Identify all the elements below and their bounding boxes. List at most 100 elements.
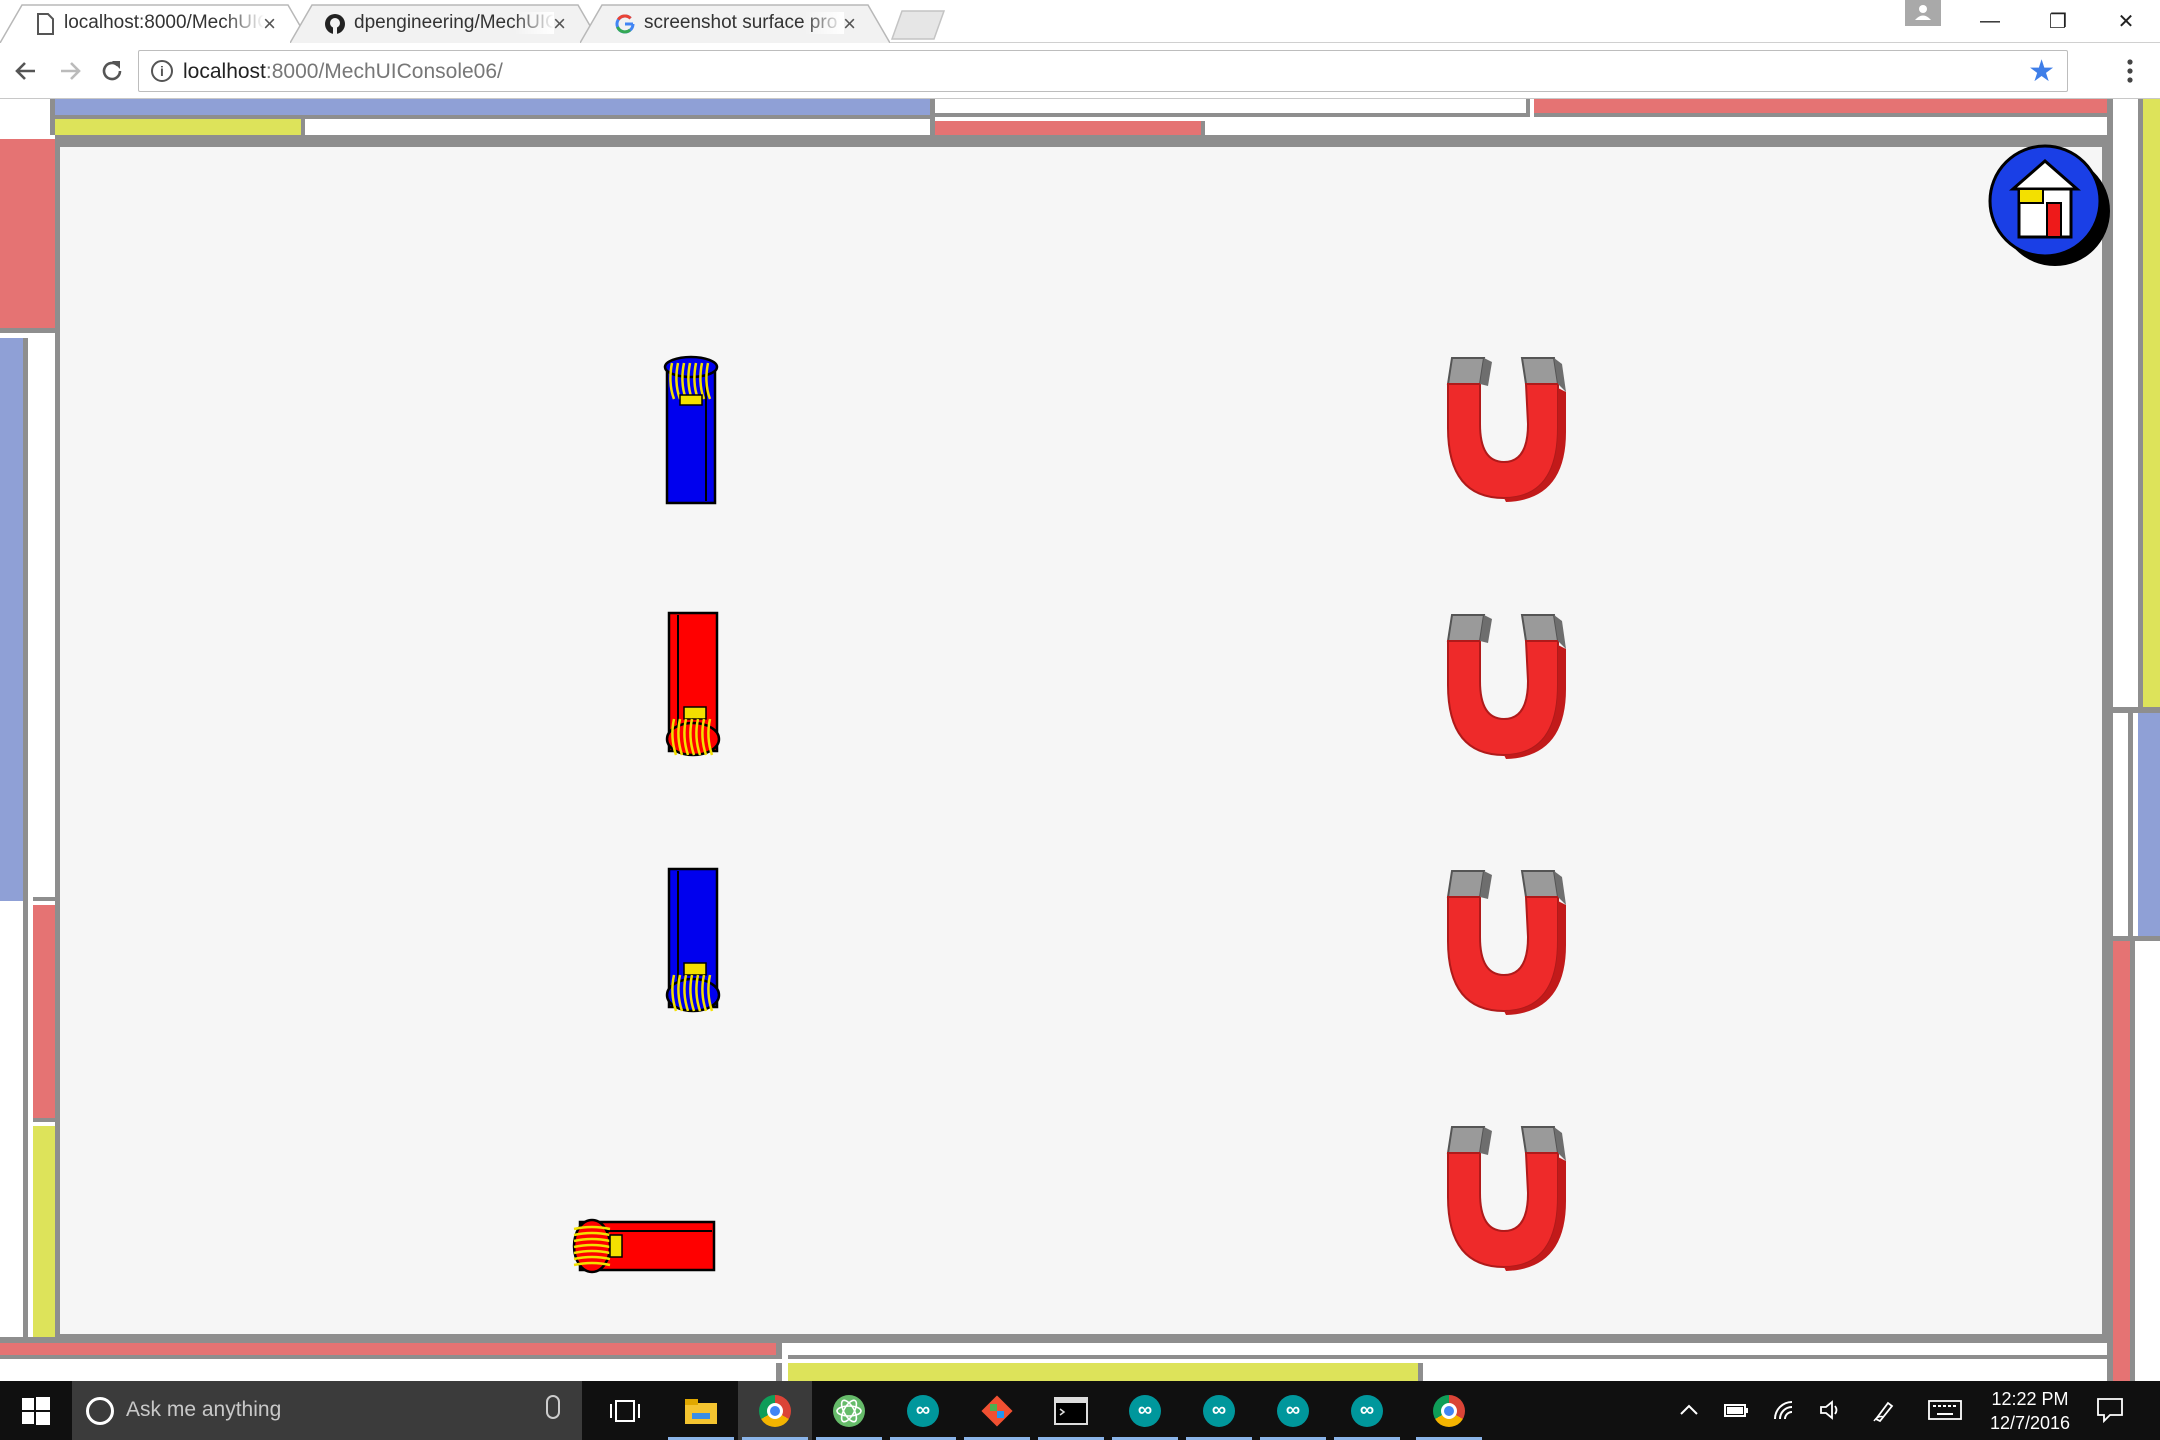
github-icon <box>325 14 345 34</box>
page-viewport <box>0 99 2160 1381</box>
pen-icon[interactable] <box>1872 1399 1898 1423</box>
frame-block <box>2113 713 2133 936</box>
wifi-icon[interactable] <box>1772 1399 1798 1421</box>
horseshoe-magnet-icon[interactable] <box>1432 1123 1578 1273</box>
frame-block-red <box>0 1343 782 1359</box>
reload-button[interactable] <box>94 53 130 89</box>
keyboard-icon[interactable] <box>1928 1400 1962 1420</box>
url-host: localhost <box>183 60 266 83</box>
clock-time: 12:22 PM <box>1991 1389 2069 1409</box>
horseshoe-magnet-icon[interactable] <box>1432 867 1578 1017</box>
frame-block <box>935 99 1530 117</box>
close-tab-icon[interactable]: × <box>263 11 276 37</box>
close-tab-icon[interactable]: × <box>553 11 566 37</box>
close-tab-icon[interactable]: × <box>843 11 856 37</box>
taskbar-app-arduino[interactable]: ∞ <box>1330 1381 1404 1440</box>
frame-block <box>2113 99 2138 707</box>
frame-block-red <box>0 139 55 333</box>
file-explorer-icon <box>685 1398 717 1424</box>
frame-block-yellow <box>788 1363 1423 1381</box>
google-icon <box>615 14 635 34</box>
page-icon <box>37 13 54 35</box>
frame-block <box>0 99 55 135</box>
profile-button[interactable] <box>1905 0 1941 26</box>
frame-block <box>0 1363 782 1381</box>
taskbar-app-file-explorer[interactable] <box>664 1381 738 1440</box>
tab-title: localhost:8000/MechUIConsole06/ <box>64 12 264 34</box>
git-icon <box>981 1394 1013 1427</box>
microphone-icon[interactable] <box>546 1395 560 1419</box>
arduino-icon: ∞ <box>907 1394 939 1427</box>
menu-icon[interactable] <box>2124 57 2136 85</box>
arduino-icon: ∞ <box>1351 1394 1383 1427</box>
tab-active[interactable]: localhost:8000/MechUIConsole06/ × <box>0 4 310 43</box>
action-center-icon[interactable] <box>2096 1397 2124 1423</box>
search-placeholder: Ask me anything <box>126 1398 282 1421</box>
tab-google[interactable]: screenshot surface pro 3 × <box>580 4 890 43</box>
frame-block <box>2140 941 2160 1381</box>
system-clock[interactable]: 12:22 PM 12/7/2016 <box>1980 1387 2080 1435</box>
coil-icon[interactable] <box>662 355 724 505</box>
reload-icon <box>102 61 122 81</box>
frame-block-red <box>1534 99 2107 117</box>
volume-icon[interactable] <box>1818 1399 1844 1421</box>
url-text: localhost:8000/MechUIConsole06/ <box>183 60 503 84</box>
back-button[interactable] <box>8 53 44 89</box>
frame-block-yellow <box>2143 99 2160 707</box>
horseshoe-magnet-icon[interactable] <box>1432 354 1578 504</box>
coil-icon[interactable] <box>570 1215 718 1277</box>
coil-icon[interactable] <box>662 867 724 1017</box>
coil-icon[interactable] <box>662 611 724 761</box>
site-info-icon[interactable]: i <box>151 60 173 82</box>
windows-logo-icon <box>22 1396 50 1425</box>
address-bar[interactable]: i localhost:8000/MechUIConsole06/ ★ <box>138 50 2068 92</box>
chevron-up-icon[interactable] <box>1678 1399 1700 1421</box>
task-view-button[interactable] <box>588 1381 662 1440</box>
arduino-icon: ∞ <box>1277 1394 1309 1427</box>
user-icon <box>1915 5 1931 20</box>
tab-github[interactable]: dpengineering/MechUIConsole × <box>290 4 600 43</box>
bookmark-star-icon[interactable]: ★ <box>2028 54 2055 89</box>
tab-strip: localhost:8000/MechUIConsole06/ × dpengi… <box>0 0 2160 43</box>
window-controls: — ❐ ✕ <box>1956 0 2160 43</box>
taskbar-app-arduino[interactable]: ∞ <box>1256 1381 1330 1440</box>
taskbar-app-chrome[interactable] <box>738 1381 812 1440</box>
browser-toolbar: i localhost:8000/MechUIConsole06/ ★ <box>0 43 2160 99</box>
taskbar-app-atom[interactable] <box>812 1381 886 1440</box>
frame-block <box>33 338 55 901</box>
battery-icon[interactable] <box>1722 1399 1750 1421</box>
frame-block-yellow <box>33 1126 55 1337</box>
home-icon[interactable] <box>1985 141 2115 271</box>
taskbar-app-terminal[interactable] <box>1034 1381 1108 1440</box>
chrome-icon <box>759 1394 791 1427</box>
windows-taskbar: Ask me anything ∞ ∞ ∞ ∞ ∞ 12:22 PM 12/7/… <box>0 1381 2160 1440</box>
frame-block <box>1428 1363 2107 1381</box>
atom-icon <box>833 1394 865 1427</box>
close-window-button[interactable]: ✕ <box>2092 0 2160 43</box>
frame-block <box>0 901 28 1337</box>
taskbar-app-git[interactable] <box>960 1381 1034 1440</box>
terminal-icon <box>1054 1396 1088 1425</box>
cortana-search-box[interactable]: Ask me anything <box>72 1381 582 1440</box>
forward-arrow-icon <box>61 62 81 80</box>
cortana-icon <box>86 1397 114 1425</box>
start-button[interactable] <box>0 1381 72 1440</box>
restore-button[interactable]: ❐ <box>2024 0 2092 43</box>
arduino-icon: ∞ <box>1129 1394 1161 1427</box>
frame-divider <box>55 135 2107 142</box>
forward-button[interactable] <box>52 53 88 89</box>
horseshoe-magnet-icon[interactable] <box>1432 611 1578 761</box>
taskbar-app-arduino[interactable]: ∞ <box>1182 1381 1256 1440</box>
taskbar-app-arduino[interactable]: ∞ <box>1108 1381 1182 1440</box>
new-tab-button[interactable] <box>890 10 946 40</box>
frame-block-blue <box>55 99 930 119</box>
url-path: :8000/MechUIConsole06/ <box>265 60 503 83</box>
frame-block <box>788 1343 2107 1359</box>
tab-title: screenshot surface pro 3 <box>644 12 844 34</box>
frame-block-blue <box>2138 713 2160 936</box>
frame-block-red <box>33 905 55 1122</box>
minimize-button[interactable]: — <box>1956 0 2024 43</box>
taskbar-app-arduino[interactable]: ∞ <box>886 1381 960 1440</box>
frame-block-blue <box>0 338 28 901</box>
taskbar-app-chrome[interactable] <box>1412 1381 1486 1440</box>
